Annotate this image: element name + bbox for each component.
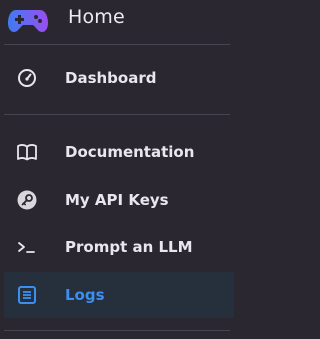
book-icon	[16, 141, 38, 163]
divider	[4, 330, 230, 331]
sidebar-item-label: Logs	[65, 286, 105, 304]
sidebar-item-label: Prompt an LLM	[65, 238, 193, 256]
page-title: Home	[68, 6, 125, 28]
logs-list-icon	[16, 284, 38, 306]
sidebar: Home Dashboard Documentation My API Keys…	[0, 0, 244, 339]
terminal-prompt-icon	[16, 236, 38, 258]
sidebar-item-logs[interactable]: Logs	[4, 272, 234, 318]
sidebar-header[interactable]: Home	[0, 0, 244, 44]
sidebar-item-label: Dashboard	[65, 69, 157, 87]
gauge-icon	[16, 67, 38, 89]
sidebar-item-label: My API Keys	[65, 191, 169, 209]
sidebar-item-dashboard[interactable]: Dashboard	[4, 55, 234, 101]
sidebar-item-documentation[interactable]: Documentation	[4, 129, 234, 175]
sidebar-item-my-api-keys[interactable]: My API Keys	[4, 177, 234, 223]
divider	[4, 114, 230, 115]
sidebar-item-prompt-an-llm[interactable]: Prompt an LLM	[4, 224, 234, 270]
gamepad-logo-icon	[7, 4, 49, 34]
divider	[4, 44, 230, 45]
sidebar-item-label: Documentation	[65, 143, 195, 161]
key-icon	[16, 189, 38, 211]
